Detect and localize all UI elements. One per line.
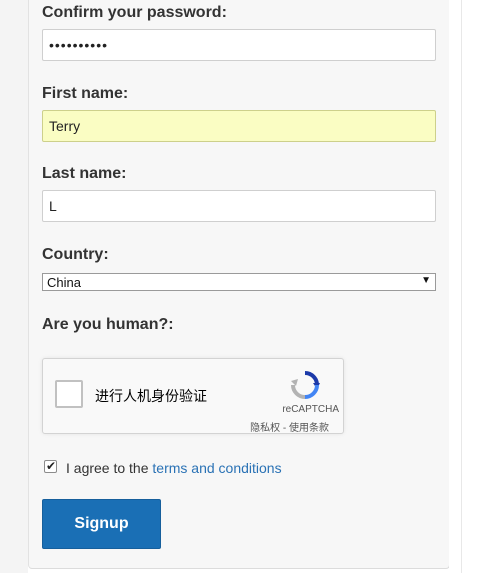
last-name-input[interactable] [42, 190, 436, 222]
country-select[interactable]: China ▼ [42, 273, 436, 291]
terms-prefix: I agree to the [66, 460, 153, 476]
confirm-password-label: Confirm your password: [42, 4, 227, 21]
recaptcha-widget: 进行人机身份验证 reCAPTCHA 隐私权 - 使用条款 [42, 358, 344, 434]
recaptcha-checkbox[interactable] [55, 380, 83, 408]
confirm-password-input[interactable] [42, 29, 436, 61]
signup-button[interactable]: Signup [42, 499, 161, 549]
page-right-gutter [449, 0, 481, 573]
terms-link[interactable]: terms and conditions [152, 460, 281, 476]
terms-agreement-text: I agree to the terms and conditions [66, 460, 282, 476]
page-left-margin [0, 0, 28, 573]
country-label: Country: [42, 246, 109, 263]
country-selected-value: China [47, 275, 81, 290]
last-name-label: Last name: [42, 165, 127, 182]
checkmark-icon: ✔ [46, 459, 57, 473]
recaptcha-brand: reCAPTCHA [282, 404, 339, 415]
recaptcha-checkbox-label: 进行人机身份验证 [95, 388, 207, 404]
recaptcha-logo-icon [291, 371, 320, 399]
chevron-down-icon: ▼ [421, 275, 431, 286]
recaptcha-privacy-terms[interactable]: 隐私权 - 使用条款 [250, 419, 329, 434]
terms-checkbox[interactable]: ✔ [44, 459, 57, 473]
captcha-label: Are you human?: [42, 316, 174, 333]
first-name-label: First name: [42, 85, 129, 102]
divider-line [461, 0, 462, 573]
first-name-input[interactable] [42, 110, 436, 142]
